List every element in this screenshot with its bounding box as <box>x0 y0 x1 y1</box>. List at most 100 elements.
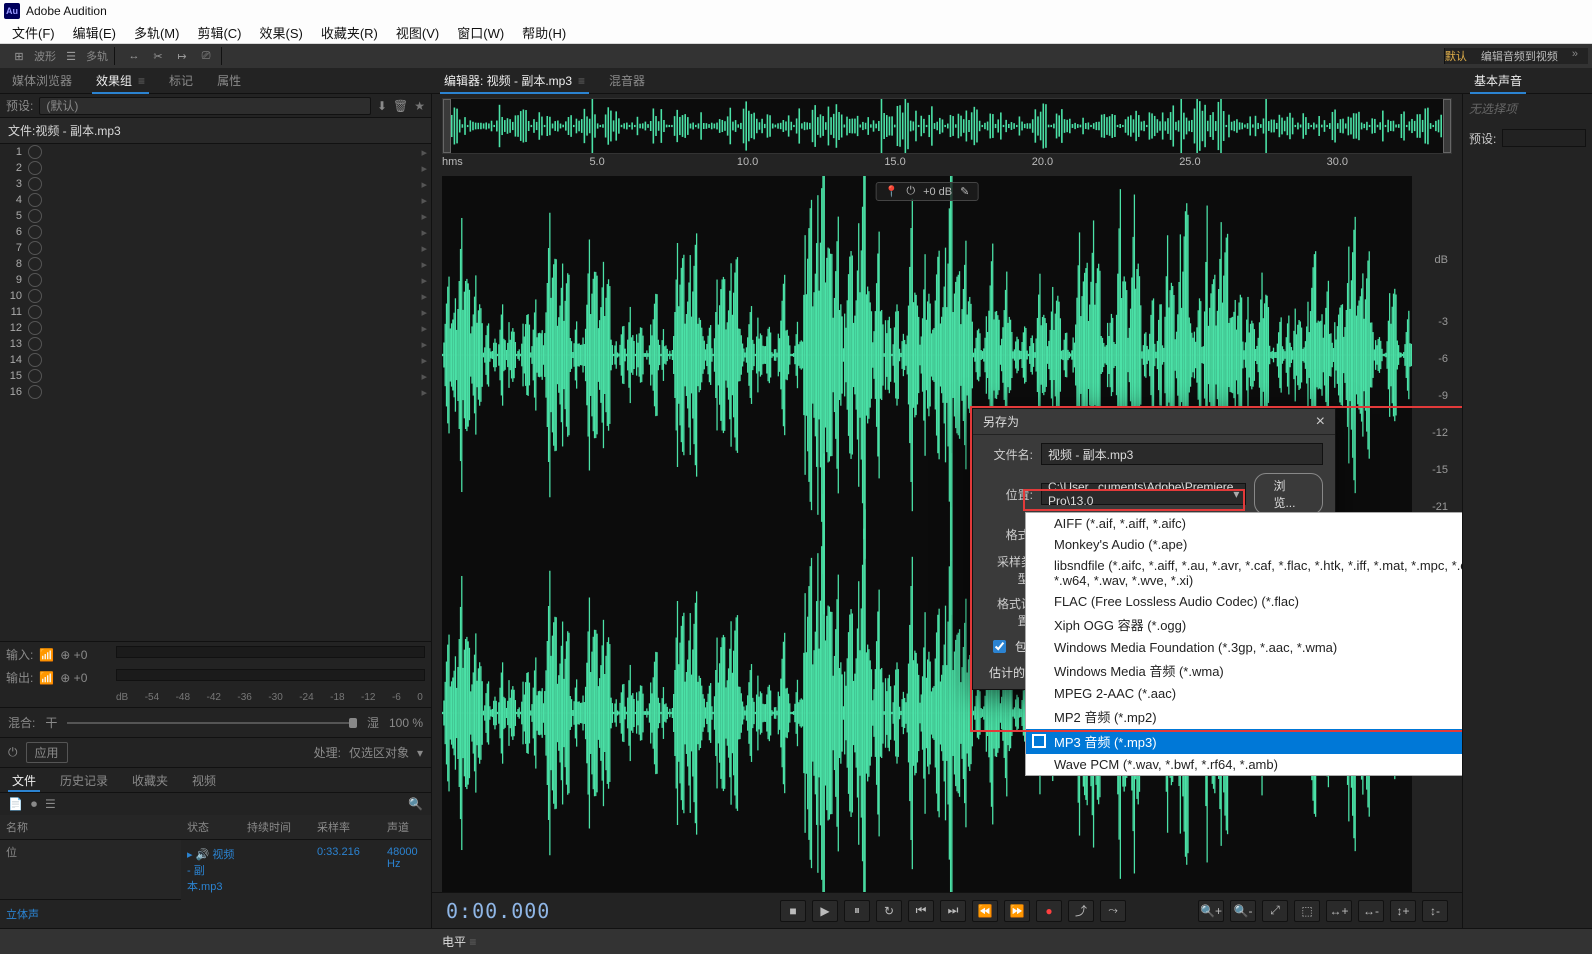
effect-slot[interactable]: 9▸ <box>0 272 431 288</box>
col-header[interactable]: 持续时间 <box>241 815 311 840</box>
format-option[interactable]: MPEG 2-AAC (*.aac) <box>1026 683 1462 704</box>
multitrack-view-button[interactable]: ☰ <box>62 47 80 65</box>
tool-razor-icon[interactable]: ✂ <box>149 47 167 65</box>
effect-slot[interactable]: 6▸ <box>0 224 431 240</box>
slot-arrow-icon[interactable]: ▸ <box>421 146 427 159</box>
effect-slot[interactable]: 2▸ <box>0 160 431 176</box>
menu-item[interactable]: 剪辑(C) <box>189 21 249 44</box>
tab-属性[interactable]: 属性 <box>205 68 253 94</box>
tool-move-icon[interactable]: ↔ <box>125 47 143 65</box>
effect-slot[interactable]: 10▸ <box>0 288 431 304</box>
workspace-more-icon[interactable]: » <box>1572 48 1578 64</box>
preset-delete-icon[interactable]: 🗑 <box>393 99 408 113</box>
format-option[interactable]: AIFF (*.aif, *.aiff, *.aifc) <box>1026 513 1462 534</box>
workspace-default[interactable]: 默认 <box>1445 48 1467 64</box>
skip-fwd-button[interactable]: ⏩ <box>1004 900 1030 922</box>
skip-back-button[interactable]: ⏪ <box>972 900 998 922</box>
zoom-sel-icon[interactable]: ⬚ <box>1294 900 1320 922</box>
play-button[interactable]: ▶ <box>812 900 838 922</box>
effect-slot[interactable]: 15▸ <box>0 368 431 384</box>
pause-button[interactable]: ⏸ <box>844 900 870 922</box>
apply-button[interactable]: 应用 <box>26 742 68 763</box>
slot-arrow-icon[interactable]: ▸ <box>421 210 427 223</box>
overview-waveform[interactable] <box>442 98 1452 154</box>
preset-dropdown-right[interactable] <box>1502 129 1586 147</box>
preset-fav-icon[interactable]: ★ <box>414 99 425 113</box>
slot-power-icon[interactable] <box>28 353 42 367</box>
menu-item[interactable]: 视图(V) <box>388 21 447 44</box>
hud-edit-icon[interactable]: ✎ <box>960 185 969 198</box>
slot-arrow-icon[interactable]: ▸ <box>421 178 427 191</box>
location-dropdown[interactable]: C:\User...cuments\Adobe\Premiere Pro\13.… <box>1041 483 1246 505</box>
col-header[interactable]: 名称 <box>0 815 181 840</box>
preset-dropdown[interactable]: (默认) <box>39 97 371 115</box>
zoom-in-amp-icon[interactable]: ↕+ <box>1390 900 1416 922</box>
time-ruler[interactable]: hms 5.010.015.020.025.030.0 <box>442 156 1412 176</box>
rewind-button[interactable]: ⏮ <box>908 900 934 922</box>
slot-arrow-icon[interactable]: ▸ <box>421 194 427 207</box>
slot-arrow-icon[interactable]: ▸ <box>421 306 427 319</box>
slot-arrow-icon[interactable]: ▸ <box>421 226 427 239</box>
format-option[interactable]: Monkey's Audio (*.ape) <box>1026 534 1462 555</box>
menu-item[interactable]: 收藏夹(R) <box>313 21 386 44</box>
tab-标记[interactable]: 标记 <box>157 68 205 94</box>
menu-item[interactable]: 帮助(H) <box>514 21 574 44</box>
tab-效果组[interactable]: 效果组≡ <box>84 68 157 94</box>
effect-slot[interactable]: 13▸ <box>0 336 431 352</box>
dialog-close-button[interactable]: × <box>1316 413 1325 431</box>
format-option[interactable]: Windows Media Foundation (*.3gp, *.aac, … <box>1026 637 1462 658</box>
preset-save-icon[interactable]: ⬇ <box>377 99 387 113</box>
col-header[interactable]: 位 <box>0 840 181 900</box>
tab-视频[interactable]: 视频 <box>180 768 228 792</box>
format-option[interactable]: FLAC (Free Lossless Audio Codec) (*.flac… <box>1026 591 1462 612</box>
menu-item[interactable]: 多轨(M) <box>126 21 188 44</box>
format-option[interactable]: MP3 音频 (*.mp3) <box>1026 729 1462 754</box>
record-file-icon[interactable]: ⏺ <box>31 797 37 812</box>
hud-power-icon[interactable]: ⏻ <box>906 185 915 198</box>
format-option[interactable]: MP2 音频 (*.mp2) <box>1026 704 1462 729</box>
format-option[interactable]: libsndfile (*.aifc, *.aiff, *.au, *.avr,… <box>1026 555 1462 591</box>
tool-time-icon[interactable]: ⎚ <box>197 47 215 65</box>
output-gain-knob[interactable]: ⊕ +0 <box>60 671 87 685</box>
slot-power-icon[interactable] <box>28 225 42 239</box>
waveform-view-button[interactable]: ⊞ <box>10 47 28 65</box>
slot-arrow-icon[interactable]: ▸ <box>421 386 427 399</box>
return-button[interactable]: ⤴ <box>1068 900 1094 922</box>
slot-arrow-icon[interactable]: ▸ <box>421 290 427 303</box>
slot-arrow-icon[interactable]: ▸ <box>421 274 427 287</box>
fastfwd-button[interactable]: ⏭ <box>940 900 966 922</box>
zoom-in-icon[interactable]: 🔍+ <box>1198 900 1224 922</box>
effect-slot[interactable]: 7▸ <box>0 240 431 256</box>
slot-power-icon[interactable] <box>28 385 42 399</box>
slot-power-icon[interactable] <box>28 161 42 175</box>
zoom-out-icon[interactable]: 🔍- <box>1230 900 1256 922</box>
dialog-titlebar[interactable]: 另存为 × <box>973 409 1335 435</box>
slot-power-icon[interactable] <box>28 273 42 287</box>
slot-arrow-icon[interactable]: ▸ <box>421 258 427 271</box>
slot-power-icon[interactable] <box>28 193 42 207</box>
tab-editor[interactable]: 编辑器: 视频 - 副本.mp3≡ <box>432 68 597 94</box>
slot-power-icon[interactable] <box>28 209 42 223</box>
slot-arrow-icon[interactable]: ▸ <box>421 242 427 255</box>
slot-power-icon[interactable] <box>28 289 42 303</box>
tab-levels[interactable]: 电平 ≡ <box>432 929 486 954</box>
menu-item[interactable]: 窗口(W) <box>449 21 512 44</box>
process-chevron-icon[interactable]: ▾ <box>417 746 423 760</box>
hud-pin-icon[interactable]: 📍 <box>885 185 899 198</box>
format-option[interactable]: Windows Media 音频 (*.wma) <box>1026 658 1462 683</box>
zoom-full-icon[interactable]: ⤢ <box>1262 900 1288 922</box>
zoom-in-time-icon[interactable]: ↔+ <box>1326 900 1352 922</box>
effect-slot[interactable]: 16▸ <box>0 384 431 400</box>
slot-arrow-icon[interactable]: ▸ <box>421 162 427 175</box>
tool-slip-icon[interactable]: ↦ <box>173 47 191 65</box>
effects-power-icon[interactable]: ⏻ <box>8 745 18 760</box>
tab-文件[interactable]: 文件 <box>0 768 48 792</box>
slot-power-icon[interactable] <box>28 305 42 319</box>
record-button[interactable]: ● <box>1036 900 1062 922</box>
menu-item[interactable]: 效果(S) <box>252 21 311 44</box>
col-header[interactable]: 状态 <box>181 815 241 840</box>
input-gain-knob[interactable]: ⊕ +0 <box>60 648 87 662</box>
skip-silence-button[interactable]: ⤳ <box>1100 900 1126 922</box>
menu-item[interactable]: 文件(F) <box>4 21 63 44</box>
include-markers-checkbox[interactable] <box>993 640 1006 653</box>
